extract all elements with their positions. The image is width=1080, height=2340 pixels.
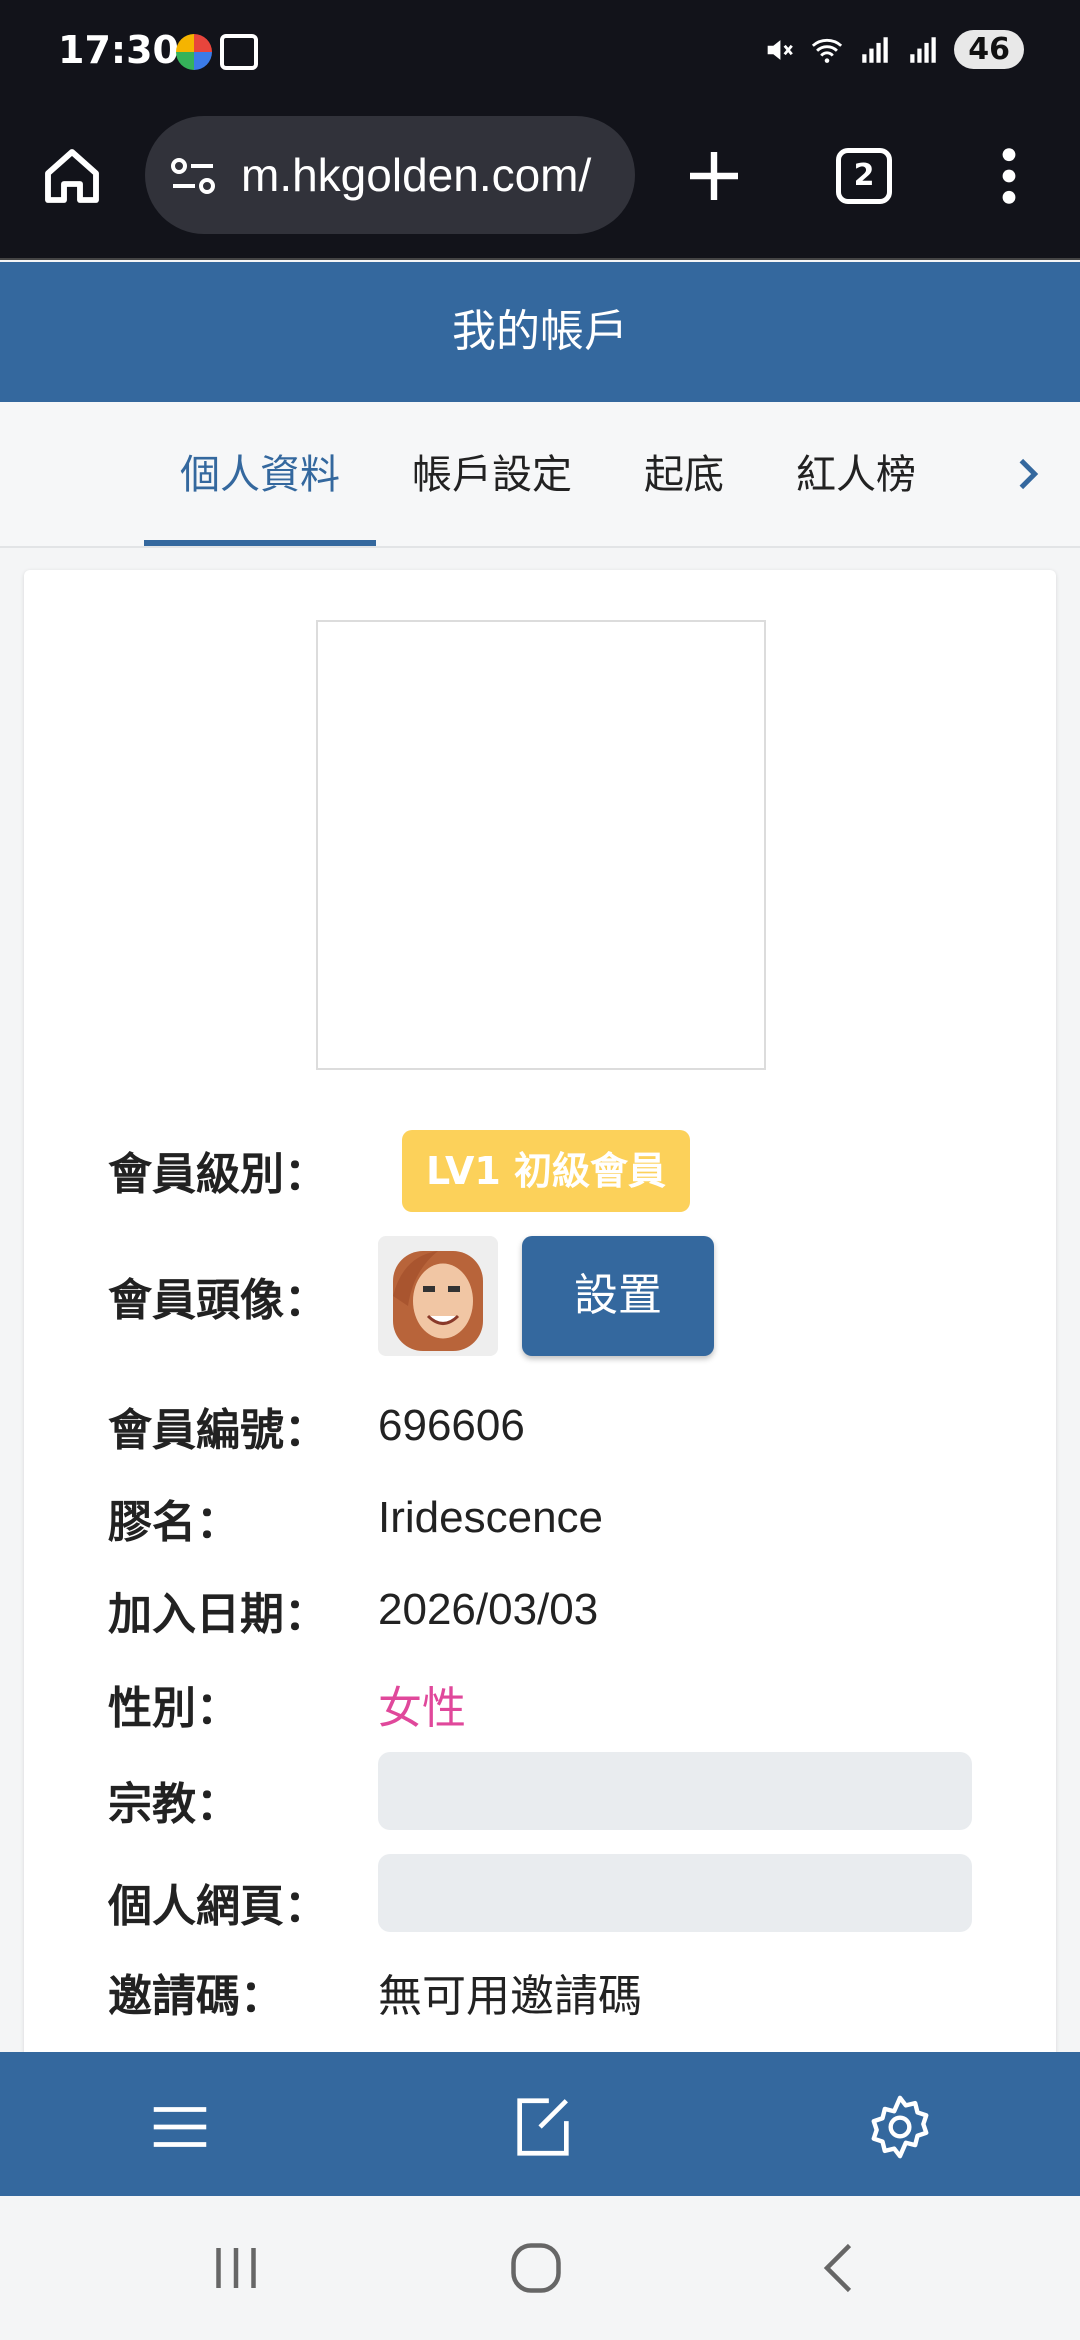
- homepage-label: 個人網頁：: [108, 1881, 328, 1932]
- invite-row: 邀請碼： 無可用邀請碼: [108, 1952, 642, 2032]
- wifi-icon: [812, 38, 843, 63]
- home-circle-icon[interactable]: [506, 2238, 566, 2298]
- join-date-label: 加入日期：: [108, 1589, 328, 1640]
- gender-label: 性別：: [108, 1683, 240, 1734]
- gender-row: 性別： 女性: [108, 1664, 466, 1744]
- member-id-value: 696606: [378, 1401, 525, 1450]
- app-notification-icon: [220, 34, 258, 70]
- profile-banner-image: [316, 620, 766, 1070]
- active-tab-indicator: [144, 540, 376, 546]
- avatar-row: 會員頭像：: [108, 1256, 378, 1336]
- app-notification-icon: [176, 34, 212, 70]
- site-settings-icon[interactable]: [169, 156, 217, 196]
- status-indicators: 46: [762, 30, 1024, 69]
- chevron-right-icon[interactable]: [1008, 454, 1048, 494]
- member-id-row: 會員編號： 696606: [108, 1386, 525, 1466]
- more-vert-icon[interactable]: [984, 144, 1034, 208]
- browser-toolbar: m.hkgolden.com/ 2: [0, 108, 1080, 260]
- tab-leaderboard[interactable]: 紅人榜: [796, 402, 916, 548]
- system-navigation: [0, 2196, 1080, 2340]
- status-bar: 17:30 46: [0, 0, 1080, 108]
- recents-icon[interactable]: [206, 2238, 266, 2298]
- settings-gear-icon[interactable]: [865, 2092, 935, 2162]
- join-date-row: 加入日期： 2026/03/03: [108, 1570, 598, 1650]
- url-text: m.hkgolden.com/: [241, 149, 592, 201]
- account-tabs: 個人資料 帳戶設定 起底 紅人榜: [0, 402, 1080, 548]
- religion-row: 宗教：: [108, 1760, 378, 1840]
- back-icon[interactable]: [812, 2238, 872, 2298]
- page-title: 我的帳戶: [0, 262, 1080, 402]
- set-avatar-button[interactable]: 設置: [522, 1236, 714, 1356]
- avatar-face-icon: [393, 1251, 483, 1351]
- signal-icon: [862, 36, 888, 63]
- profile-card: 會員級別： LV1 初級會員 會員頭像： 設置 會員編號： 696606 膠名：…: [24, 570, 1056, 2070]
- level-row: 會員級別：: [108, 1130, 378, 1210]
- tab-account-settings[interactable]: 帳戶設定: [412, 402, 572, 548]
- invite-label: 邀請碼：: [108, 1971, 284, 2022]
- religion-field[interactable]: [378, 1752, 972, 1830]
- home-icon[interactable]: [40, 144, 104, 208]
- homepage-field[interactable]: [378, 1854, 972, 1932]
- gender-value: 女性: [378, 1683, 466, 1734]
- level-badge: LV1 初級會員: [402, 1130, 690, 1212]
- member-id-label: 會員編號：: [108, 1405, 328, 1456]
- mute-icon: [767, 39, 794, 60]
- tab-switcher-button[interactable]: 2: [836, 148, 892, 204]
- status-time: 17:30: [58, 28, 179, 72]
- notification-icons: [176, 34, 258, 70]
- avatar: [378, 1236, 498, 1356]
- avatar-label: 會員頭像：: [108, 1275, 328, 1326]
- signal-icon: [910, 36, 936, 63]
- menu-icon[interactable]: [145, 2092, 215, 2162]
- compose-icon[interactable]: [508, 2092, 578, 2162]
- homepage-row: 個人網頁：: [108, 1862, 378, 1942]
- join-date-value: 2026/03/03: [378, 1585, 599, 1634]
- invite-value: 無可用邀請碼: [378, 1971, 642, 2022]
- religion-label: 宗教：: [108, 1779, 240, 1830]
- plus-icon[interactable]: [682, 144, 746, 208]
- nickname-value: Iridescence: [378, 1493, 604, 1542]
- battery-level: 46: [954, 30, 1024, 69]
- address-bar[interactable]: m.hkgolden.com/: [145, 116, 635, 234]
- nickname-label: 膠名：: [108, 1497, 240, 1548]
- nickname-row: 膠名： Iridescence: [108, 1478, 603, 1558]
- tab-profile[interactable]: 個人資料: [180, 402, 340, 548]
- tab-dox[interactable]: 起底: [644, 402, 724, 548]
- level-label: 會員級別：: [108, 1149, 328, 1200]
- bottom-navigation: [0, 2052, 1080, 2196]
